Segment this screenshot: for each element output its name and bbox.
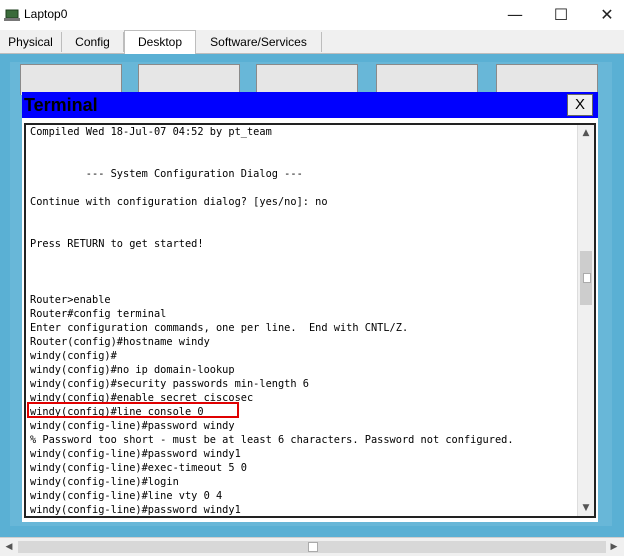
terminal-line: --- System Configuration Dialog --- [30, 168, 303, 180]
scroll-down-icon[interactable]: ▼ [578, 500, 594, 516]
tab-bar: Physical Config Desktop Software/Service… [0, 30, 624, 54]
terminal-line: Router>enable [30, 294, 111, 306]
terminal-close-button[interactable]: X [567, 94, 593, 116]
scroll-up-icon[interactable]: ▲ [578, 125, 594, 141]
window-title: Laptop0 [24, 7, 68, 21]
terminal-line: Press RETURN to get started! [30, 238, 204, 250]
scroll-grip-icon [583, 273, 591, 283]
terminal-line: Router#config terminal [30, 308, 167, 320]
desktop-app-icon[interactable] [496, 64, 598, 95]
scroll-thumb[interactable] [580, 251, 592, 305]
window-titlebar: Laptop0 — ☐ ✕ [0, 0, 624, 30]
terminal-line: windy(config-line)#password windy1 [30, 504, 241, 516]
horizontal-scroll-track[interactable] [18, 541, 606, 553]
scroll-left-icon[interactable]: ◀ [1, 539, 17, 555]
tab-software-services[interactable]: Software/Services [196, 32, 322, 52]
terminal-console[interactable]: Compiled Wed 18-Jul-07 04:52 by pt_team … [24, 123, 596, 518]
terminal-line: Enter configuration commands, one per li… [30, 322, 409, 334]
terminal-line: Compiled Wed 18-Jul-07 04:52 by pt_team [30, 126, 272, 138]
terminal-line: windy(config-line)#password windy [30, 420, 235, 432]
desktop-app-icon[interactable] [376, 64, 478, 95]
desktop-app-icon[interactable] [138, 64, 240, 95]
minimize-button[interactable]: — [492, 0, 538, 30]
terminal-line: % Password too short - must be at least … [30, 434, 514, 446]
tab-physical[interactable]: Physical [0, 32, 62, 52]
scroll-grip-icon [308, 542, 318, 552]
close-window-button[interactable]: ✕ [584, 0, 624, 30]
tab-config[interactable]: Config [62, 32, 124, 52]
desktop-app-icon[interactable] [20, 64, 122, 95]
scroll-right-icon[interactable]: ▶ [606, 539, 622, 555]
laptop-icon [4, 7, 20, 23]
terminal-output: Compiled Wed 18-Jul-07 04:52 by pt_team … [30, 125, 578, 516]
terminal-vertical-scrollbar[interactable]: ▲ ▼ [577, 125, 594, 516]
terminal-title: Terminal [24, 95, 98, 115]
terminal-line: windy(config)#security passwords min-len… [30, 378, 309, 390]
terminal-line: windy(config-line)#login [30, 476, 179, 488]
terminal-line: windy(config)# [30, 350, 117, 362]
terminal-window: Terminal X Compiled Wed 18-Jul-07 04:52 … [22, 92, 598, 522]
terminal-line: windy(config)#no ip domain-lookup [30, 364, 235, 376]
highlight-box [27, 402, 239, 418]
terminal-line: Continue with configuration dialog? [yes… [30, 196, 328, 208]
tab-desktop[interactable]: Desktop [124, 30, 196, 54]
terminal-line: windy(config-line)#line vty 0 4 [30, 490, 223, 502]
terminal-line: windy(config-line)#password windy1 [30, 448, 241, 460]
maximize-button[interactable]: ☐ [538, 0, 584, 30]
desktop-app-icon[interactable] [256, 64, 358, 95]
terminal-header: Terminal X [22, 92, 598, 118]
horizontal-scrollbar[interactable]: ◀ ▶ [0, 537, 624, 556]
terminal-line: Router(config)#hostname windy [30, 336, 210, 348]
terminal-line: windy(config-line)#exec-timeout 5 0 [30, 462, 247, 474]
